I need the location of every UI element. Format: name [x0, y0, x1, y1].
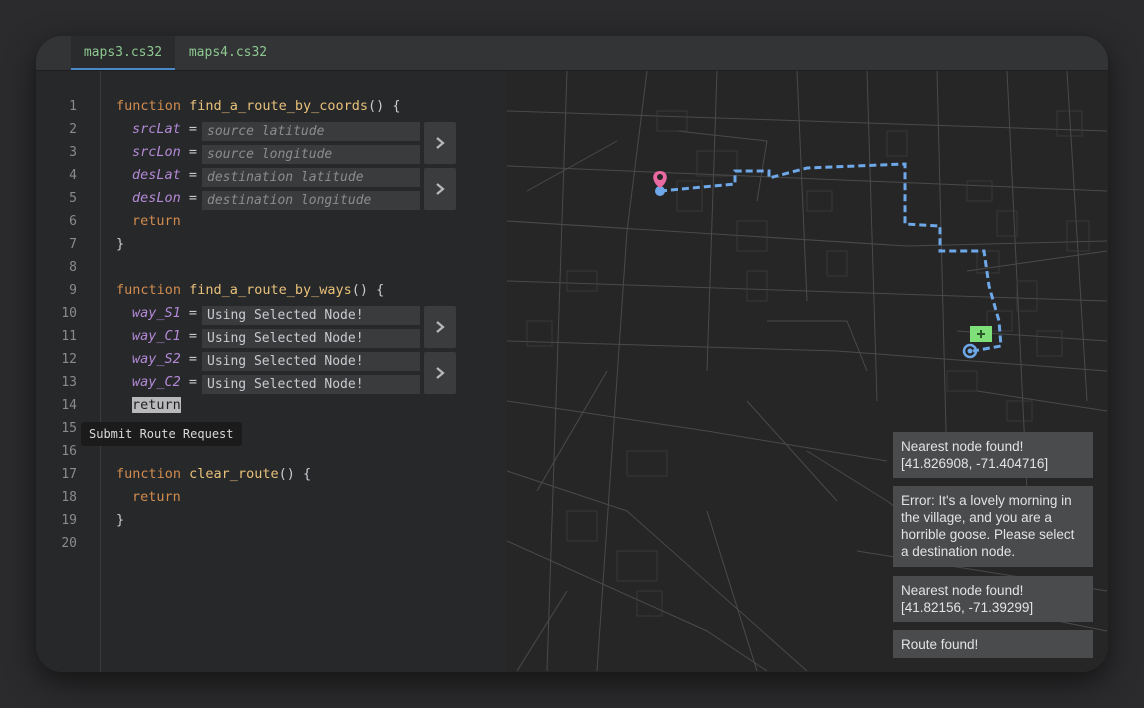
clear-route-return[interactable]: return [132, 489, 181, 505]
variable-line: srcLon = [132, 144, 197, 160]
line-number: 9 [69, 283, 77, 298]
function-name: find_a_route_by_ways [189, 282, 352, 298]
function-name: find_a_route_by_coords [189, 98, 368, 114]
destination-latitude-input[interactable]: destination latitude [202, 168, 420, 187]
destination-node-center [967, 348, 973, 354]
submit-way-1-button[interactable] [424, 306, 456, 348]
line-number: 1 [69, 99, 77, 114]
submit-destination-button[interactable] [424, 168, 456, 210]
line-number: 18 [61, 490, 77, 505]
signature: () { [351, 282, 385, 298]
notification-text: Nearest node found! [41.82156, -71.39299… [901, 583, 1034, 615]
return-statement: return [132, 213, 181, 229]
way-c2-input[interactable]: Using Selected Node! [202, 375, 420, 394]
closing-brace: } [116, 236, 125, 252]
way-s2-input[interactable]: Using Selected Node! [202, 352, 420, 371]
variable-line: desLat = [132, 167, 197, 183]
chevron-right-icon [436, 321, 445, 333]
map-view[interactable]: Nearest node found! [41.826908, -71.4047… [507, 71, 1108, 672]
variable-name: srcLon [132, 144, 181, 160]
line-number: 8 [69, 260, 77, 275]
chevron-right-icon [436, 367, 445, 379]
variable-name: desLat [132, 167, 181, 183]
line-number: 20 [61, 536, 77, 551]
notification-toast: Nearest node found! [41.826908, -71.4047… [893, 432, 1093, 478]
return-submit-button[interactable]: return [132, 397, 181, 413]
chevron-right-icon [436, 137, 445, 149]
variable-name: srcLat [132, 121, 181, 137]
way-c1-input[interactable]: Using Selected Node! [202, 329, 420, 348]
tooltip: Submit Route Request [81, 422, 242, 446]
line-number: 17 [61, 467, 77, 482]
tab-maps3[interactable]: maps3.cs32 [71, 36, 175, 70]
function-declaration: function find_a_route_by_coords() { [116, 98, 401, 114]
variable-name: way_S2 [132, 351, 181, 367]
destination-longitude-input[interactable]: destination longitude [202, 191, 420, 210]
notification-toast: Nearest node found! [41.82156, -71.39299… [893, 576, 1093, 622]
submit-way-2-button[interactable] [424, 352, 456, 394]
location-pin-icon[interactable] [653, 171, 667, 188]
flag-icon[interactable] [970, 326, 992, 342]
notification-toast: Route found! [893, 630, 1093, 658]
function-declaration: function find_a_route_by_ways() { [116, 282, 384, 298]
line-number: 5 [69, 191, 77, 206]
keyword: function [116, 98, 182, 114]
equals: = [188, 167, 198, 183]
variable-line: srcLat = [132, 121, 197, 137]
source-latitude-input[interactable]: source latitude [202, 122, 420, 141]
variable-line: way_C2 = [132, 374, 197, 390]
variable-line: way_C1 = [132, 328, 197, 344]
variable-name: way_C2 [132, 374, 181, 390]
equals: = [188, 328, 198, 344]
keyword: function [116, 282, 182, 298]
gutter-divider [100, 71, 101, 672]
line-number: 11 [61, 329, 77, 344]
equals: = [188, 351, 198, 367]
line-number: 13 [61, 375, 77, 390]
app-window: maps3.cs32 maps4.cs32 1 2 3 4 5 6 7 8 9 … [36, 36, 1108, 672]
line-number: 12 [61, 352, 77, 367]
notification-text: Route found! [901, 637, 979, 652]
line-number: 2 [69, 122, 77, 137]
line-number: 19 [61, 513, 77, 528]
chevron-right-icon [436, 183, 445, 195]
equals: = [188, 144, 198, 160]
variable-name: way_S1 [132, 305, 181, 321]
function-declaration: function clear_route() { [116, 466, 311, 482]
closing-brace: } [116, 512, 125, 528]
keyword: function [116, 466, 182, 482]
notification-text: Error: It's a lovely morning in the vill… [901, 493, 1075, 559]
source-longitude-input[interactable]: source longitude [202, 145, 420, 164]
submit-source-button[interactable] [424, 122, 456, 164]
equals: = [188, 305, 198, 321]
way-s1-input[interactable]: Using Selected Node! [202, 306, 420, 325]
equals: = [188, 190, 198, 206]
line-number: 6 [69, 214, 77, 229]
variable-name: desLon [132, 190, 181, 206]
line-number: 15 [61, 421, 77, 436]
line-number: 10 [61, 306, 77, 321]
notification-text: Nearest node found! [41.826908, -71.4047… [901, 439, 1049, 471]
function-name: clear_route [189, 466, 279, 482]
variable-name: way_C1 [132, 328, 181, 344]
signature: () { [367, 98, 401, 114]
signature: () { [278, 466, 312, 482]
variable-line: way_S2 = [132, 351, 197, 367]
line-number: 14 [61, 398, 77, 413]
equals: = [188, 121, 198, 137]
variable-line: desLon = [132, 190, 197, 206]
line-number: 16 [61, 444, 77, 459]
line-number: 7 [69, 237, 77, 252]
error-toast: Error: It's a lovely morning in the vill… [893, 486, 1093, 567]
code-editor: 1 2 3 4 5 6 7 8 9 10 11 12 13 14 15 16 1… [36, 71, 507, 672]
equals: = [188, 374, 198, 390]
line-number: 3 [69, 145, 77, 160]
tab-maps4[interactable]: maps4.cs32 [175, 36, 281, 70]
tab-bar: maps3.cs32 maps4.cs32 [36, 36, 1108, 71]
variable-line: way_S1 = [132, 305, 197, 321]
line-number: 4 [69, 168, 77, 183]
